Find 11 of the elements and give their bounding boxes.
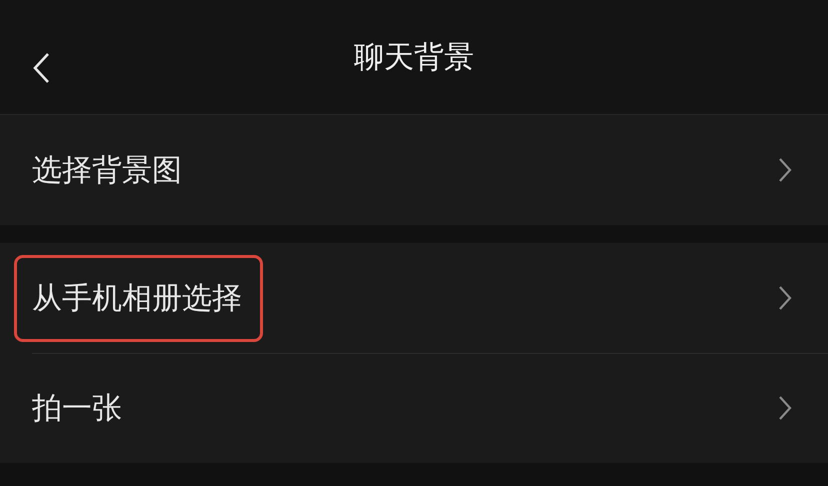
chevron-right-icon <box>778 285 792 311</box>
menu-item[interactable]: 拍一张 <box>0 353 828 463</box>
chevron-right-icon <box>778 395 792 421</box>
menu-item[interactable]: 从手机相册选择 <box>0 243 828 353</box>
menu-item-label: 拍一张 <box>32 390 122 428</box>
menu-item[interactable]: 选择背景图 <box>0 115 828 225</box>
chevron-right-icon <box>778 157 792 183</box>
back-button[interactable] <box>32 52 50 84</box>
menu-item-label: 从手机相册选择 <box>14 254 263 342</box>
page-title: 聊天背景 <box>354 38 474 76</box>
menu-item-label: 选择背景图 <box>32 152 182 190</box>
